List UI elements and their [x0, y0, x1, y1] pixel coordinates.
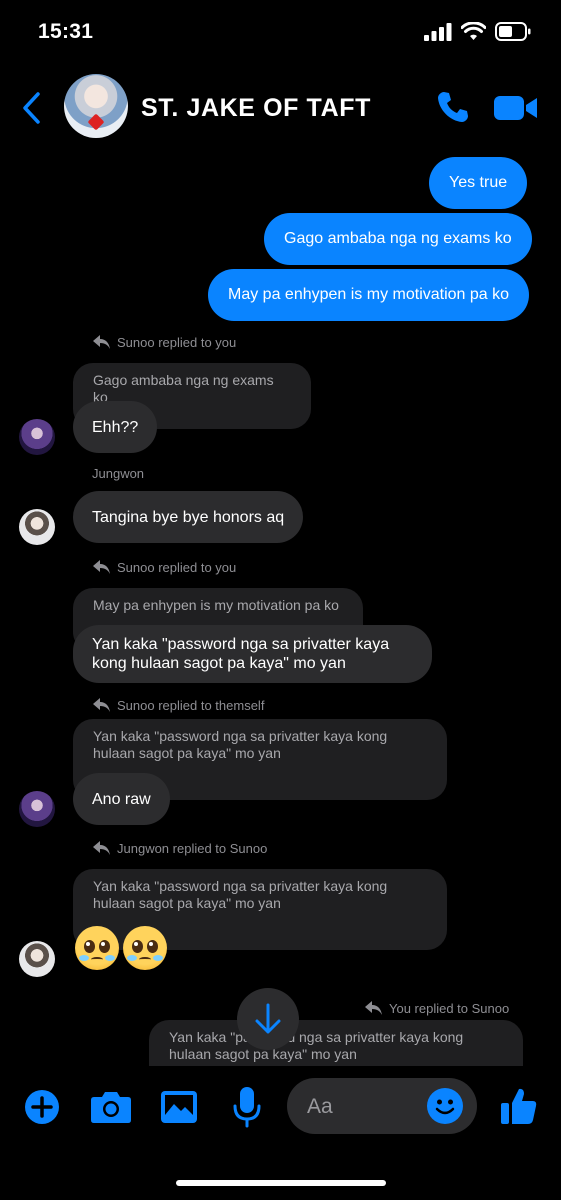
reply-indicator: Sunoo replied to you — [92, 559, 236, 575]
incoming-message[interactable]: Tangina bye bye honors aq — [73, 491, 304, 543]
emoji-icon — [435, 1099, 455, 1115]
quoted-text-line: Yan kaka "password nga sa privatter kaya… — [169, 1029, 464, 1045]
outgoing-message[interactable]: May pa enhypen is my motivation pa ko — [208, 269, 530, 321]
reply-indicator: You replied to Sunoo — [364, 1000, 509, 1016]
emoji-button[interactable] — [427, 1088, 463, 1124]
outgoing-message[interactable]: Gago ambaba nga ng exams ko — [264, 213, 532, 265]
incoming-message[interactable]: Yan kaka "password nga sa privatter kaya… — [73, 625, 432, 683]
message-text-line: Yan kaka "password nga sa privatter kaya — [92, 636, 390, 653]
message-input[interactable]: Aa — [287, 1078, 477, 1134]
reply-label-text: Sunoo replied to themself — [117, 697, 265, 713]
video-camera-icon — [494, 96, 537, 120]
microphone-icon — [233, 1087, 261, 1128]
status-time: 15:31 — [38, 20, 94, 43]
reply-indicator: Sunoo replied to you — [92, 334, 236, 350]
avatar-sunoo[interactable] — [19, 419, 55, 455]
phone-icon — [438, 92, 468, 122]
image-icon — [161, 1091, 197, 1123]
quoted-text-line: Yan kaka "password nga sa privatter kaya… — [93, 878, 388, 894]
reply-arrow-icon — [93, 841, 110, 855]
reply-arrow-icon — [93, 560, 110, 574]
message-text: Ano raw — [92, 790, 151, 808]
message-input-placeholder: Aa — [307, 1095, 333, 1118]
quoted-text-line: Yan kaka "password nga sa privatter kaya… — [93, 728, 388, 744]
video-call-button[interactable] — [494, 94, 538, 122]
pleading-face-emoji[interactable] — [75, 926, 119, 970]
back-icon — [23, 92, 40, 124]
reply-label-text: Jungwon replied to Sunoo — [117, 840, 268, 856]
incoming-message[interactable]: Ehh?? — [73, 401, 158, 453]
reply-indicator: Sunoo replied to themself — [92, 697, 264, 713]
audio-call-button[interactable] — [436, 90, 470, 124]
reply-label-text: You replied to Sunoo — [389, 1000, 510, 1016]
battery-icon — [495, 22, 531, 41]
voice-message-button[interactable] — [232, 1086, 262, 1128]
heart-icon — [87, 113, 105, 131]
pleading-face-emoji[interactable] — [123, 926, 167, 970]
quoted-text-line: hulaan sagot pa kaya" mo yan — [93, 895, 281, 911]
status-bar: 15:31 — [0, 0, 561, 60]
quoted-text-line: hulaan sagot pa kaya" mo yan — [93, 745, 281, 761]
back-button[interactable] — [20, 90, 46, 126]
message-text-line: kong hulaan sagot pa kaya" mo yan — [92, 655, 346, 672]
reply-label-text: Sunoo replied to you — [117, 334, 237, 350]
avatar-jungwon[interactable] — [19, 941, 55, 977]
thumbs-up-icon — [501, 1088, 537, 1124]
composer-bar: Aa — [0, 1066, 561, 1200]
reply-arrow-icon — [93, 698, 110, 712]
reply-arrow-icon — [365, 1001, 382, 1015]
signal-icon — [424, 22, 452, 41]
gallery-button[interactable] — [160, 1090, 198, 1124]
scroll-to-bottom-button[interactable] — [237, 988, 299, 1050]
status-icons — [424, 22, 531, 41]
camera-icon — [91, 1092, 131, 1123]
incoming-message[interactable]: Ano raw — [73, 773, 170, 825]
group-avatar[interactable] — [64, 74, 128, 138]
message-text: Ehh?? — [92, 418, 139, 436]
quoted-text-line: hulaan sagot pa kaya" mo yan — [169, 1046, 357, 1062]
message-text: Tangina bye bye honors aq — [92, 508, 285, 526]
chat-header: ST. JAKE OF TAFT — [0, 70, 561, 146]
quoted-text: May pa enhypen is my motivation pa ko — [93, 597, 339, 613]
like-button[interactable] — [500, 1086, 538, 1126]
outgoing-message[interactable]: Yes true — [429, 157, 528, 209]
arrow-down-icon — [255, 1003, 281, 1034]
plus-icon — [25, 1090, 59, 1124]
reply-arrow-icon — [93, 335, 110, 349]
reply-indicator: Jungwon replied to Sunoo — [92, 840, 267, 856]
sender-name: Jungwon — [92, 466, 145, 481]
camera-button[interactable] — [90, 1090, 132, 1124]
more-actions-button[interactable] — [24, 1089, 60, 1125]
avatar-sunoo[interactable] — [19, 791, 55, 827]
home-indicator — [176, 1180, 386, 1186]
wifi-icon — [461, 22, 486, 40]
reply-label-text: Sunoo replied to you — [117, 559, 237, 575]
chat-title[interactable]: ST. JAKE OF TAFT — [141, 94, 371, 123]
avatar-jungwon[interactable] — [19, 509, 55, 545]
